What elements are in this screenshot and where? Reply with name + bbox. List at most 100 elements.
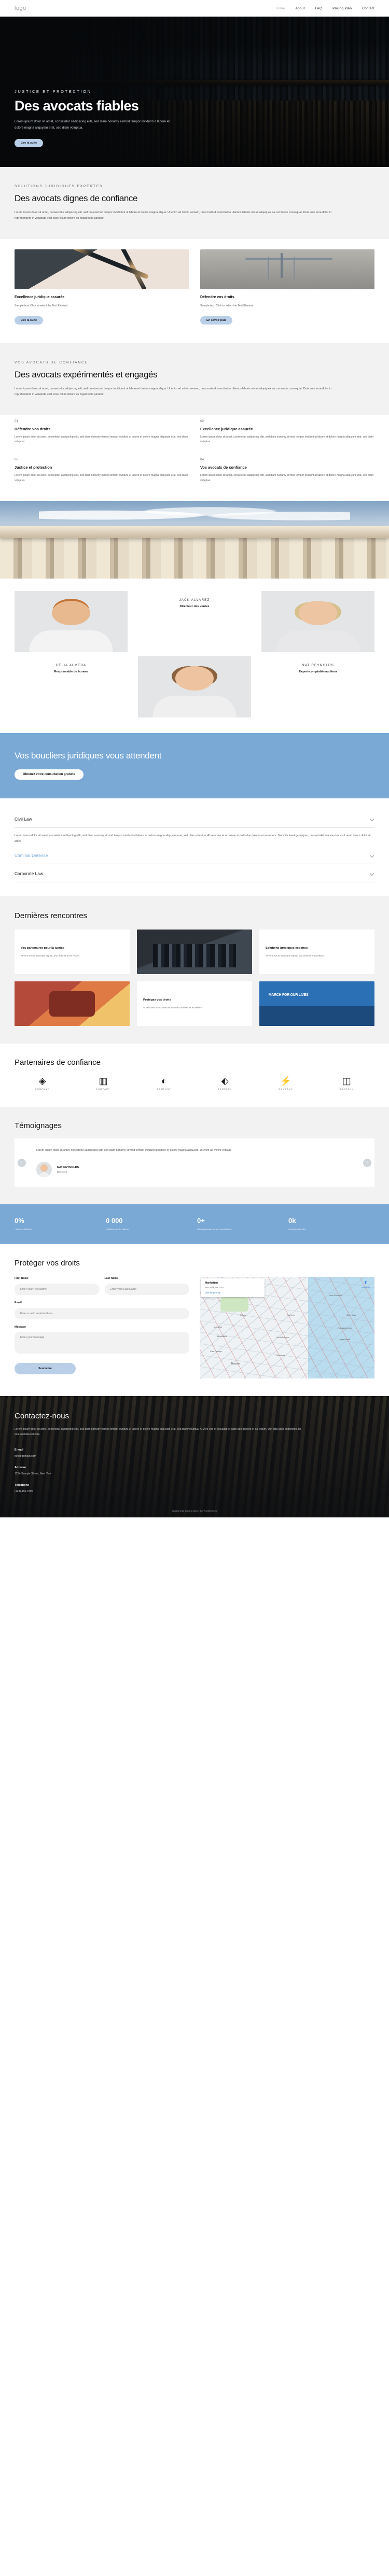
expert-item-text: Lorem ipsum dolor sit amet, consetetur s…	[200, 435, 374, 444]
blog-image-march-banner[interactable]	[259, 981, 374, 1026]
blog-section: Dernières rencontres Vos partenaires pou…	[0, 896, 389, 1044]
team-member-role: Directeur des ventes	[179, 605, 210, 609]
feature-card-text: Sample text. Click to select the Text El…	[15, 304, 68, 307]
message-textarea[interactable]	[15, 1331, 189, 1354]
map-label: North Bergen	[276, 1335, 289, 1339]
submit-button[interactable]: Soumettre	[15, 1362, 76, 1374]
feature-card-button[interactable]: En savoir plus	[200, 316, 233, 325]
contact-section: Protéger vos droits First Name Last Name…	[0, 1244, 389, 1396]
first-name-input[interactable]	[15, 1283, 100, 1295]
partner-mark-icon: ◫	[342, 1076, 351, 1087]
blog-card-title: Vos partenaires pour la justice	[21, 946, 64, 950]
blog-card[interactable]: Vos partenaires pour la justice At vero …	[15, 930, 130, 975]
experts-kicker: VOS AVOCATS DE CONFIANCE	[15, 360, 88, 364]
location-map[interactable]: Manhattan New York, NY, USA View larger …	[200, 1276, 374, 1378]
expert-item: 04 Vos avocats de confiance Lorem ipsum …	[200, 458, 374, 483]
nav-item-home[interactable]: Home	[275, 7, 285, 10]
testimonial-next-arrow-icon[interactable]: ›	[363, 1158, 371, 1167]
map-label: Port Washington	[338, 1327, 353, 1329]
blog-card[interactable]: Solutions juridiques expertes At vero eo…	[259, 930, 374, 975]
team-member-photo	[261, 591, 374, 653]
chevron-down-icon	[370, 871, 374, 876]
footer-bottom-text: Sample text. Click to select the Text El…	[172, 1510, 217, 1513]
map-directions[interactable]: ⬆ Directions	[361, 1280, 370, 1289]
hero-cta-button[interactable]: Lire la suite	[15, 139, 44, 148]
message-field-group: Message	[15, 1326, 189, 1356]
footer-contact-address: Adresse 1234 Sample Street, New York	[15, 1466, 374, 1475]
accordion-item-corporate-law[interactable]: Corporate Law	[15, 864, 374, 883]
cta-consultation-button[interactable]: Obtenez votre consultation gratuite	[15, 769, 84, 780]
accordion-section: Civil Law Lorem ipsum dolor sit amet, co…	[0, 798, 389, 896]
team-member: NAT REYNOLDS Expert-comptable-auditeur	[261, 656, 374, 673]
expert-item: 02 Excellence juridique assurée Lorem ip…	[200, 419, 374, 445]
blog-card[interactable]: Protégez vos droits At vero eos et accus…	[137, 981, 252, 1026]
contact-form: First Name Last Name Email Message	[15, 1277, 189, 1378]
stat-label: Clients satisfaits	[15, 1228, 32, 1231]
partner-logo[interactable]: ◈ COMPANY	[15, 1076, 70, 1090]
stat-value: 0k	[288, 1217, 296, 1225]
contact-title: Protéger vos droits	[15, 1258, 80, 1268]
last-name-field-group: Last Name	[104, 1276, 189, 1295]
footer-contact-key: E-mail	[15, 1448, 23, 1452]
partner-logo[interactable]: ⚡ COMPANY	[258, 1076, 313, 1090]
stat-item: 0 000 Références de clients	[106, 1217, 192, 1232]
accordion-item-civil-law[interactable]: Civil Law	[15, 810, 374, 828]
footer-contact-value: 1234 Sample Street, New York	[15, 1472, 51, 1476]
accordion-item-criminal-defense[interactable]: Criminal Defense	[15, 846, 374, 865]
partner-name: COMPANY	[279, 1088, 293, 1091]
accordion-body: Lorem ipsum dolor sit amet, consetetur s…	[15, 834, 371, 843]
intro-paragraph: Lorem ipsum dolor sit amet, consectetur …	[15, 211, 331, 220]
email-input[interactable]	[15, 1307, 189, 1319]
map-place-name: Manhattan	[205, 1281, 218, 1285]
footer-contact-value[interactable]: (123) 456-7890	[15, 1490, 374, 1493]
nav-item-pricing-plan[interactable]: Pricing Plan	[332, 7, 352, 10]
expert-item: 03 Justice et protection Lorem ipsum dol…	[15, 458, 189, 483]
partners-title: Partenaires de confiance	[15, 1058, 101, 1067]
last-name-input[interactable]	[104, 1283, 189, 1295]
partner-name: COMPANY	[339, 1088, 354, 1091]
last-name-label: Last Name	[104, 1276, 118, 1280]
chevron-down-icon	[370, 817, 374, 821]
testimonial-quote: Lorem ipsum dolor sit amet, consetetur s…	[36, 1149, 232, 1152]
footer-contact-value[interactable]: info@domain.com	[15, 1455, 374, 1458]
testimonial-prev-arrow-icon[interactable]: ‹	[18, 1158, 26, 1167]
hero-eyebrow: JUSTICE ET PROTECTION	[15, 89, 92, 94]
partners-section: Partenaires de confiance ◈ COMPANY ▥ COM…	[0, 1044, 389, 1107]
map-pin-icon: ⬆	[364, 1279, 368, 1285]
blog-image-raised-fist[interactable]	[15, 981, 130, 1026]
team-member-role: Responsable de bureau	[54, 670, 88, 674]
footer-contact-email: E-mail info@domain.com	[15, 1448, 374, 1458]
email-field-group: Email	[15, 1301, 189, 1319]
team-member-name: JACK ALVAREZ	[179, 598, 210, 602]
accordion-title: Corporate Law	[15, 871, 43, 877]
stat-label: Récompenses et reconnaissance	[197, 1228, 232, 1231]
hero-paragraph: Lorem ipsum dolor sit amet, consetetur s…	[15, 120, 170, 130]
feature-card-button[interactable]: Lire la suite	[15, 316, 44, 325]
map-label: Great Neck	[339, 1338, 350, 1341]
nav-item-faq[interactable]: FAQ	[315, 7, 322, 10]
stat-label: Exemple de titre	[288, 1228, 306, 1231]
feature-card: Défendre vos droits Sample text. Click t…	[200, 249, 374, 325]
partner-mark-icon: ⬖	[221, 1076, 229, 1087]
stats-band: 0% Clients satisfaits 0 000 Références d…	[0, 1204, 389, 1244]
expert-item-number: 02	[200, 419, 204, 423]
partner-logo[interactable]: ⬖ COMPANY	[197, 1076, 253, 1090]
nav-item-about[interactable]: About	[295, 7, 304, 10]
feature-card: Excellence juridique assurée Sample text…	[15, 249, 189, 325]
map-view-larger-link[interactable]: View larger map	[205, 1291, 261, 1294]
partner-mark-icon: ⚡	[280, 1076, 292, 1087]
blog-image-police[interactable]	[137, 930, 252, 975]
team-member-center-label: JACK ALVAREZ Directeur des ventes	[138, 591, 251, 608]
experts-paragraph: Lorem ipsum dolor sit amet, consectetur …	[15, 387, 331, 396]
stat-label: Références de clients	[106, 1228, 129, 1231]
expert-item-number: 04	[200, 458, 204, 462]
email-label: Email	[15, 1301, 22, 1304]
partner-logo[interactable]: ▥ COMPANY	[75, 1076, 131, 1090]
testimonial-card: ‹ › Lorem ipsum dolor sit amet, consetet…	[15, 1138, 374, 1187]
partner-logo[interactable]: ◫ COMPANY	[319, 1076, 374, 1090]
nav-item-contact[interactable]: Contact	[362, 7, 374, 10]
partner-logo[interactable]: ◐ COMPANY	[136, 1076, 192, 1090]
accordion-title: Criminal Defense	[15, 853, 48, 858]
logo[interactable]: logo	[15, 5, 26, 11]
first-name-label: First Name	[15, 1276, 29, 1280]
